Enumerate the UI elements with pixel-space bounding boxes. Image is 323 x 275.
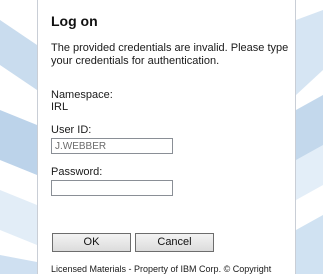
legal-notice: Licensed Materials - Property of IBM Cor… xyxy=(51,264,272,274)
error-message: The provided credentials are invalid. Pl… xyxy=(51,42,289,67)
namespace-value: IRL xyxy=(51,101,69,113)
dialog-title: Log on xyxy=(51,13,98,29)
cancel-button[interactable]: Cancel xyxy=(135,233,214,252)
userid-label: User ID: xyxy=(51,124,92,136)
password-field[interactable] xyxy=(51,180,173,196)
password-label: Password: xyxy=(51,166,103,178)
userid-field[interactable] xyxy=(51,138,173,154)
ok-button[interactable]: OK xyxy=(52,233,131,252)
logon-dialog: Log on The provided credentials are inva… xyxy=(37,0,296,274)
